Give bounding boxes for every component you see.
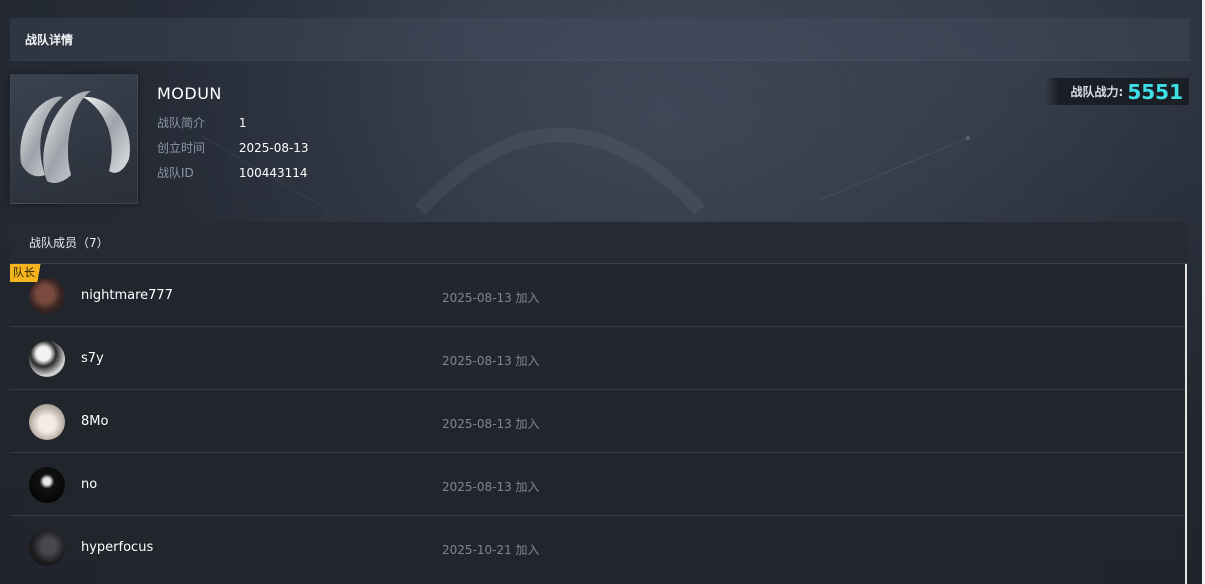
avatar[interactable] <box>29 404 65 440</box>
member-row[interactable]: 队长 nightmare777 2025-08-13 加入 <box>10 264 1188 327</box>
avatar[interactable] <box>29 278 65 314</box>
member-name[interactable]: 8Mo <box>81 414 108 429</box>
avatar[interactable] <box>29 467 65 503</box>
team-power-label: 战队战力: <box>1070 85 1124 99</box>
members-scrollbar[interactable] <box>1185 264 1187 584</box>
team-intro-row: 战队简介 1 <box>157 114 246 131</box>
member-row[interactable]: no 2025-08-13 加入 <box>10 453 1188 516</box>
team-id-value: 100443114 <box>238 166 308 180</box>
team-id-label: 战队ID <box>157 166 194 180</box>
member-row[interactable]: 8Mo 2025-08-13 加入 <box>10 390 1188 453</box>
avatar[interactable] <box>29 341 65 377</box>
member-join-date: 2025-08-13 加入 <box>442 354 540 368</box>
team-intro-label: 战队简介 <box>157 116 206 130</box>
team-id-row: 战队ID 100443114 <box>157 164 308 181</box>
members-header: 战队成员（7） <box>10 222 1188 264</box>
team-logo <box>10 74 138 204</box>
team-power-value: 5551 <box>1127 79 1183 104</box>
member-name[interactable]: no <box>81 477 97 492</box>
avatar[interactable] <box>29 530 65 566</box>
member-name[interactable]: hyperfocus <box>81 540 153 555</box>
team-created-row: 创立时间 2025-08-13 <box>157 139 309 156</box>
member-name[interactable]: nightmare777 <box>81 288 173 303</box>
team-created-value: 2025-08-13 <box>238 141 309 155</box>
page-header: 战队详情 <box>10 18 1190 61</box>
member-row[interactable]: hyperfocus 2025-10-21 加入 <box>10 516 1188 578</box>
members-title: 战队成员（7） <box>29 236 109 250</box>
captain-badge: 队长 <box>10 264 45 282</box>
member-join-date: 2025-08-13 加入 <box>442 417 540 431</box>
member-join-date: 2025-10-21 加入 <box>442 543 540 557</box>
page-title: 战队详情 <box>25 33 74 47</box>
members-panel: 战队成员（7） 队长 nightmare777 2025-08-13 加入 s7… <box>10 222 1188 584</box>
member-join-date: 2025-08-13 加入 <box>442 480 540 494</box>
team-name: MODUN <box>157 84 222 103</box>
member-name[interactable]: s7y <box>81 351 104 366</box>
team-logo-emblem-icon <box>20 90 130 183</box>
team-power-badge: 战队战力: 5551 <box>1044 78 1189 105</box>
member-join-date: 2025-08-13 加入 <box>442 291 540 305</box>
team-intro-value: 1 <box>238 116 247 130</box>
member-row[interactable]: s7y 2025-08-13 加入 <box>10 327 1188 390</box>
team-created-label: 创立时间 <box>157 141 206 155</box>
